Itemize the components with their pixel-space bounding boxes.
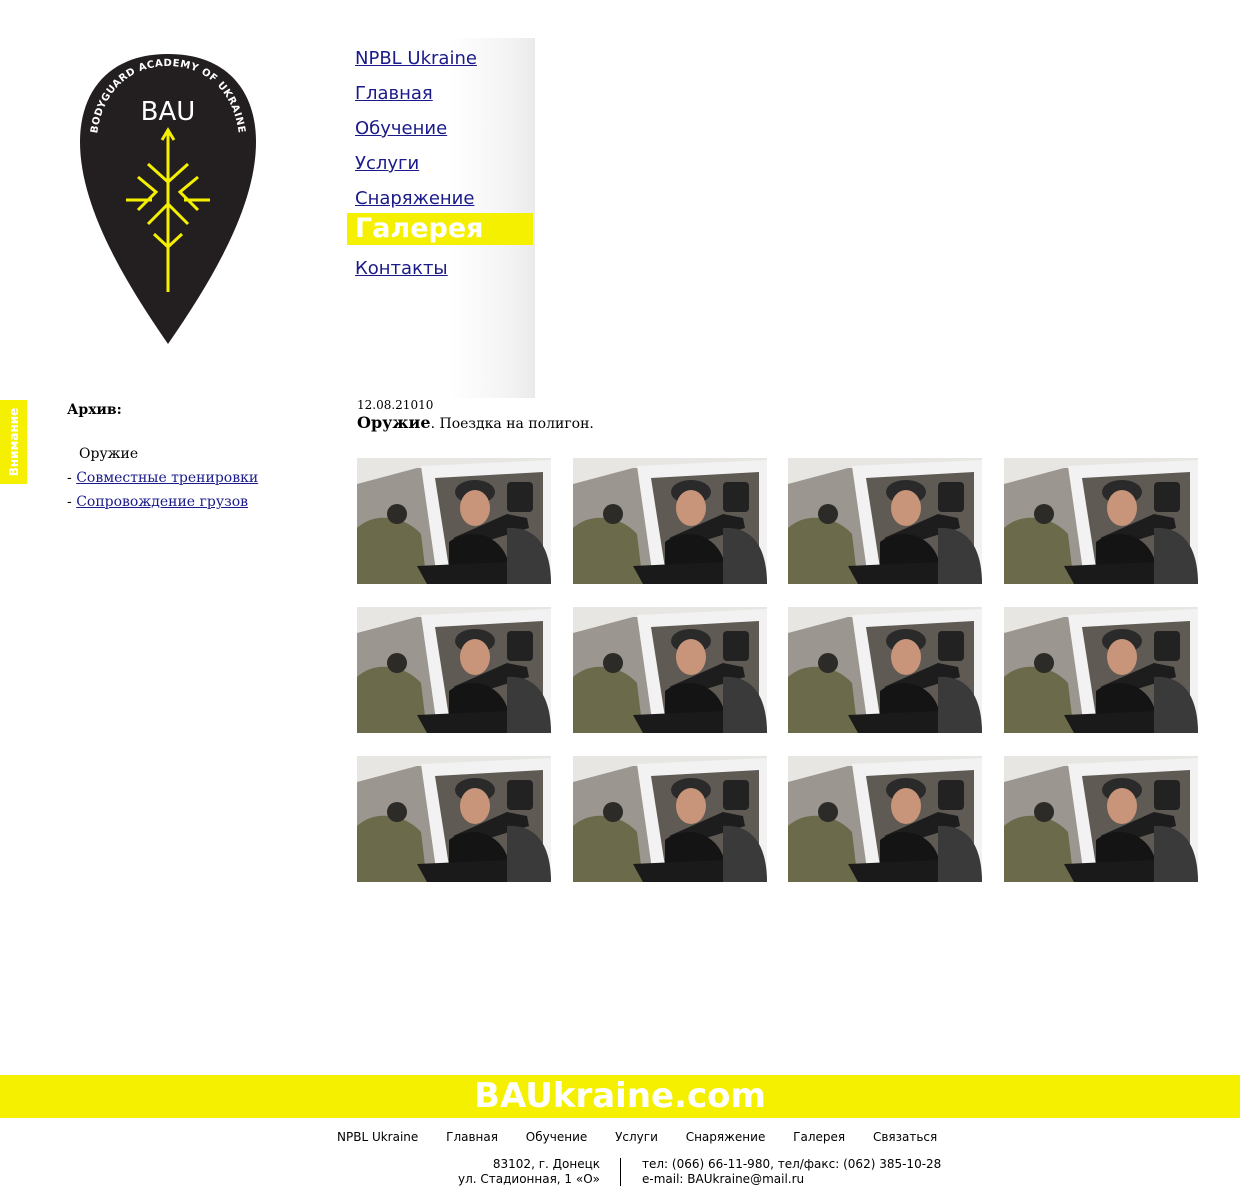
nav-home[interactable]: Главная <box>355 81 535 116</box>
gallery-thumbnail[interactable] <box>357 607 551 733</box>
address-line-1: 83102, г. Донецк <box>492 1157 600 1171</box>
footer-divider <box>620 1158 621 1186</box>
gallery-thumbnail[interactable] <box>357 458 551 584</box>
gallery-thumbnail[interactable] <box>573 607 767 733</box>
archive-sidebar: Архив: Оружие - Совместные тренировки - … <box>67 402 258 516</box>
post-heading: Оружие. Поездка на полигон. <box>357 413 594 432</box>
attention-tab[interactable]: Внимание <box>0 400 27 484</box>
footer-link-home[interactable]: Главная <box>446 1130 498 1144</box>
archive-title: Архив: <box>67 402 122 418</box>
footer-address: 83102, г. Донецк ул. Стадионная, 1 «О» <box>420 1157 600 1187</box>
archive-link-cargo-escort[interactable]: Сопровождение грузов <box>76 494 248 510</box>
nav-training[interactable]: Обучение <box>355 116 535 151</box>
footer-contacts: тел: (066) 66-11-980, тел/факс: (062) 38… <box>642 1157 941 1187</box>
post-category: Оружие <box>357 413 431 432</box>
post-date: 12.08.21010 <box>357 398 434 412</box>
nav-contacts[interactable]: Контакты <box>355 256 535 291</box>
footer-link-equipment[interactable]: Снаряжение <box>686 1130 766 1144</box>
gallery-thumbnail[interactable] <box>573 756 767 882</box>
gallery-thumbnail[interactable] <box>1004 607 1198 733</box>
attention-label: Внимание <box>6 407 21 477</box>
footer-phone: тел: (066) 66-11-980, тел/факс: (062) 38… <box>642 1157 942 1171</box>
footer-email: e-mail: BAUkraine@mail.ru <box>642 1172 805 1186</box>
footer-link-contact[interactable]: Связаться <box>873 1130 937 1144</box>
nav-npbl-ukraine[interactable]: NPBL Ukraine <box>355 46 535 81</box>
address-line-2: ул. Стадионная, 1 «О» <box>457 1172 600 1186</box>
gallery-thumbnail[interactable] <box>788 756 982 882</box>
gallery-thumbnail[interactable] <box>573 458 767 584</box>
archive-link-joint-training[interactable]: Совместные тренировки <box>76 470 258 486</box>
archive-item: - Совместные тренировки <box>67 470 259 486</box>
nav-services[interactable]: Услуги <box>355 151 535 186</box>
gallery-thumbnail[interactable] <box>1004 756 1198 882</box>
footer-nav: NPBL Ukraine Главная Обучение Услуги Сна… <box>337 1130 961 1144</box>
archive-item-current: Оружие <box>79 446 139 462</box>
footer-banner: BAUkraine.com <box>0 1075 1240 1118</box>
gallery-thumbnail[interactable] <box>1004 458 1198 584</box>
gallery-thumbnail[interactable] <box>788 607 982 733</box>
nav-gallery-active[interactable]: Галерея <box>347 213 533 245</box>
footer-link-npbl[interactable]: NPBL Ukraine <box>337 1130 418 1144</box>
footer-link-gallery[interactable]: Галерея <box>793 1130 845 1144</box>
post-title: . Поездка на полигон. <box>430 416 594 432</box>
gallery-thumbnail[interactable] <box>357 756 551 882</box>
bau-logo: BODYGUARD ACADEMY OF UKRAINE BAU <box>80 54 256 344</box>
footer-link-services[interactable]: Услуги <box>615 1130 658 1144</box>
gallery-thumbnail[interactable] <box>788 458 982 584</box>
main-nav: NPBL Ukraine Главная Обучение Услуги Сна… <box>347 46 535 291</box>
footer-link-training[interactable]: Обучение <box>526 1130 587 1144</box>
logo-bau-text: BAU <box>141 97 196 127</box>
archive-item: - Сопровождение грузов <box>67 494 249 510</box>
